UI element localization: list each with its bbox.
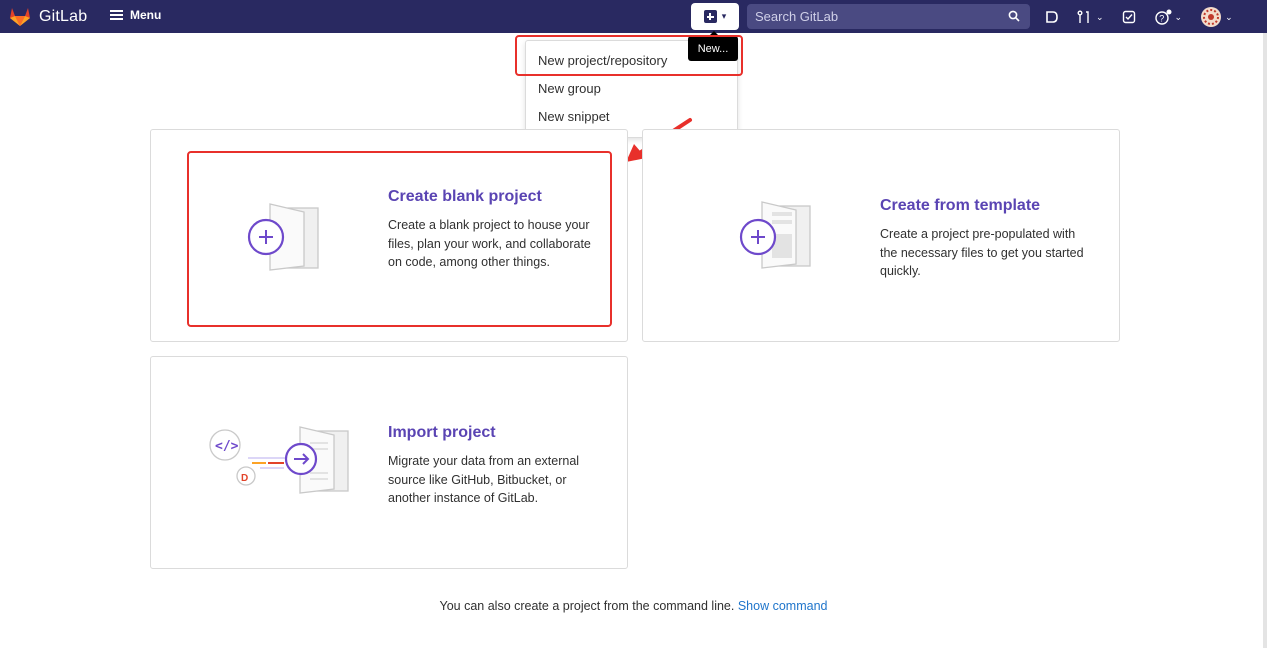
issues-icon xyxy=(1046,11,1058,23)
chevron-down-icon: ⌄ xyxy=(1096,11,1104,22)
import-project-card[interactable]: </> D Import project Migrate your data f… xyxy=(150,356,628,569)
svg-text:D: D xyxy=(241,473,248,484)
svg-text:</>: </> xyxy=(215,439,239,454)
help-button[interactable]: ? ⌄ xyxy=(1154,9,1183,25)
new-dropdown-button[interactable]: ▾ xyxy=(691,3,739,30)
gitlab-logo[interactable]: GitLab xyxy=(9,7,87,27)
chevron-down-icon: ⌄ xyxy=(1225,11,1233,22)
hamburger-icon xyxy=(110,9,124,21)
card-description: Create a project pre-populated with the … xyxy=(880,227,1084,278)
merge-request-icon xyxy=(1077,10,1089,23)
card-title: Import project xyxy=(388,424,496,441)
show-command-link[interactable]: Show command xyxy=(738,599,828,613)
command-line-hint: You can also create a project from the c… xyxy=(0,599,1267,613)
search-input[interactable] xyxy=(755,9,995,24)
template-project-illustration-icon xyxy=(739,201,811,269)
merge-requests-button[interactable]: ⌄ xyxy=(1077,10,1104,24)
avatar xyxy=(1201,7,1222,27)
todo-check-icon xyxy=(1122,10,1135,24)
page-scrollbar[interactable] xyxy=(1263,33,1267,648)
plus-square-icon xyxy=(703,10,717,23)
create-from-template-card[interactable]: Create from template Create a project pr… xyxy=(642,129,1120,342)
card-description: Migrate your data from an external sourc… xyxy=(388,454,580,505)
help-question-icon: ? xyxy=(1154,9,1172,25)
gitlab-tanuki-icon xyxy=(10,8,30,26)
user-avatar-button[interactable]: ⌄ xyxy=(1200,6,1233,28)
menu-item-new-snippet[interactable]: New snippet xyxy=(538,109,610,124)
todos-button[interactable] xyxy=(1122,10,1136,24)
card-title: Create from template xyxy=(880,197,1041,214)
brand-name: GitLab xyxy=(39,8,88,25)
navbar-icons: ⌄ ? ⌄ ⌄ xyxy=(1045,6,1233,28)
menu-button[interactable]: Menu xyxy=(110,8,161,22)
issues-button[interactable] xyxy=(1045,10,1059,24)
search-icon xyxy=(1008,10,1020,22)
menu-label: Menu xyxy=(130,8,162,22)
search-box[interactable] xyxy=(747,4,1030,29)
command-line-text: You can also create a project from the c… xyxy=(439,599,735,613)
svg-text:?: ? xyxy=(1159,14,1164,24)
top-navbar: GitLab Menu ▾ ⌄ xyxy=(0,0,1267,33)
chevron-down-icon: ▾ xyxy=(721,11,727,21)
menu-item-new-group[interactable]: New group xyxy=(538,81,601,96)
import-project-illustration-icon: </> D xyxy=(209,426,349,494)
highlight-box-blank-project xyxy=(187,151,612,327)
chevron-down-icon: ⌄ xyxy=(1174,11,1183,22)
highlight-box-new-project xyxy=(515,35,743,76)
